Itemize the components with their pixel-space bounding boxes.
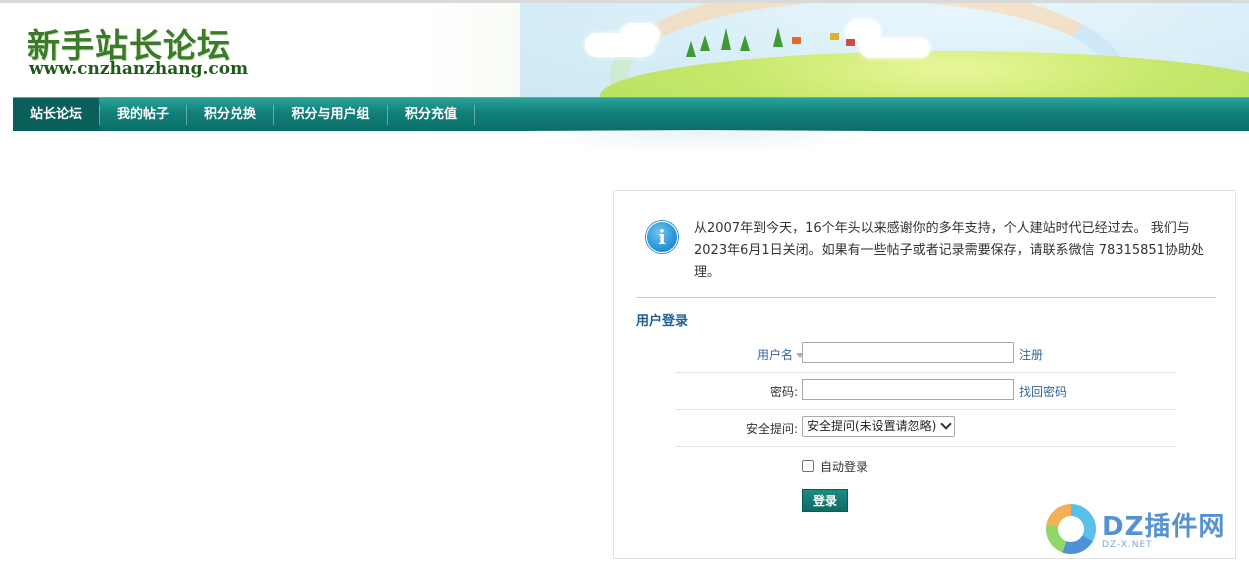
watermark-subtext: DZ-X.NET	[1102, 540, 1153, 550]
password-label: 密码:	[769, 385, 798, 399]
tree-decoration	[740, 35, 750, 51]
username-label: 用户名	[756, 348, 793, 362]
nav-item-points-exchange[interactable]: 积分兑换	[187, 98, 273, 131]
row-divider	[676, 409, 1176, 410]
login-title: 用户登录	[636, 314, 689, 329]
site-logo-url[interactable]: www.cnzhanzhang.com	[29, 59, 248, 79]
nav-item-points-recharge[interactable]: 积分充值	[388, 98, 474, 131]
house-decoration	[792, 37, 801, 44]
header-banner: 新手站长论坛 www.cnzhanzhang.com	[0, 3, 1249, 97]
nav-item-forum[interactable]: 站长论坛	[13, 98, 99, 131]
row-divider	[676, 446, 1176, 447]
main-nav: 站长论坛 我的帖子 积分兑换 积分与用户组 积分充值	[13, 97, 1249, 131]
forgot-password-link[interactable]: 找回密码	[1019, 383, 1067, 400]
row-divider	[676, 372, 1176, 373]
security-question-select[interactable]: 安全提问(未设置请忽略)	[802, 416, 955, 437]
watermark-text: DZ插件网	[1102, 512, 1226, 542]
auto-login-checkbox[interactable]	[802, 460, 814, 472]
username-type-dropdown[interactable]: 用户名	[734, 346, 804, 363]
nav-separator	[474, 105, 475, 125]
nav-glow	[520, 130, 880, 156]
auto-login-label[interactable]: 自动登录	[820, 458, 868, 475]
security-question-label: 安全提问:	[745, 422, 798, 436]
watermark: DZ插件网 DZ-X.NET	[1040, 500, 1249, 571]
house-decoration	[830, 33, 839, 40]
watermark-logo-icon	[1046, 504, 1096, 554]
tree-decoration	[700, 35, 710, 51]
username-input[interactable]	[802, 342, 1014, 363]
security-question-value: 安全提问(未设置请忽略)	[807, 419, 937, 433]
login-button[interactable]: 登录	[802, 489, 848, 512]
tree-decoration	[773, 27, 783, 47]
nav-item-my-posts[interactable]: 我的帖子	[100, 98, 186, 131]
nav-item-points-usergroup[interactable]: 积分与用户组	[274, 98, 387, 131]
register-link[interactable]: 注册	[1019, 346, 1043, 363]
closure-notice: 从2007年到今天，16个年头以来感谢你的多年支持，个人建站时代已经过去。 我们…	[694, 221, 1204, 280]
info-icon: i	[646, 221, 678, 253]
password-input[interactable]	[802, 379, 1014, 400]
divider	[636, 297, 1216, 298]
tree-decoration	[721, 28, 731, 50]
tree-decoration	[686, 41, 696, 57]
house-decoration	[846, 39, 855, 46]
chevron-down-icon	[940, 418, 952, 430]
cloud-decoration	[620, 23, 660, 47]
